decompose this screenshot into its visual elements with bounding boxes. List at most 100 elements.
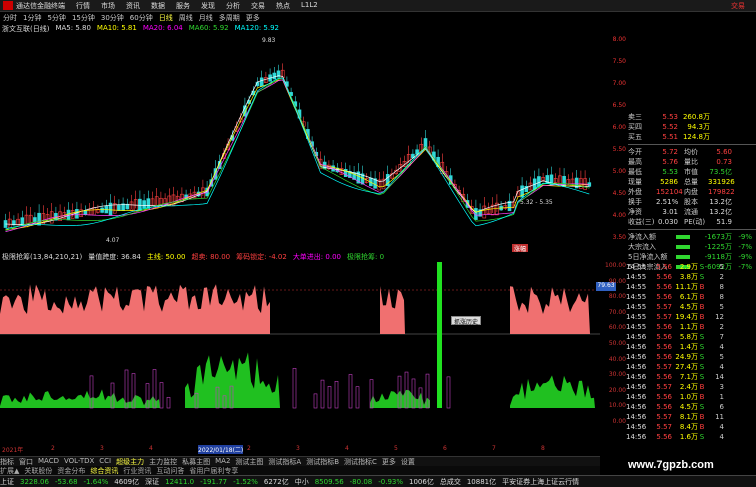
ma20-label: MA20: 6.04: [142, 24, 183, 32]
tick-time: 14:56: [626, 413, 647, 421]
menu-0[interactable]: 行情: [76, 1, 90, 11]
period-0[interactable]: 分时: [3, 13, 17, 23]
stock-name: 浙文互联(日线): [2, 25, 50, 33]
tab-5[interactable]: 超级主力: [116, 457, 144, 466]
link-0[interactable]: 扩展▲: [0, 466, 19, 475]
red-area: [510, 286, 590, 334]
indicator-svg: [0, 262, 600, 409]
ind-tick: 20.00: [608, 386, 626, 394]
tab-10[interactable]: 测试指标A: [268, 457, 301, 466]
tab-11[interactable]: 测试指标B: [306, 457, 339, 466]
menu-7[interactable]: 交易: [251, 1, 265, 11]
period-8[interactable]: 月线: [199, 13, 213, 23]
history-tip-button[interactable]: 抓涨历史: [451, 316, 482, 326]
period-7[interactable]: 周线: [179, 13, 193, 23]
price-tick: 4.00: [612, 212, 626, 219]
flow-pct: -9%: [738, 233, 752, 241]
link-6[interactable]: 省用户届利专享: [189, 466, 238, 475]
stat-label2: 流通: [684, 208, 698, 216]
low-label: 4.07: [106, 237, 120, 244]
tick-row: 14:56 5.57 8.1万 B 11: [626, 412, 756, 422]
indicator-chart[interactable]: [0, 262, 600, 444]
tick-price: 5.57: [656, 423, 672, 431]
tick-side: B: [699, 283, 705, 291]
tab-2[interactable]: MACD: [38, 457, 59, 466]
tab-6[interactable]: 主力监控: [149, 457, 177, 466]
magenta-bar: [166, 397, 171, 409]
tick-count: 4: [719, 363, 724, 371]
tick-row: 14:56 5.56 24.9万 S 5: [626, 352, 756, 362]
ind-tick: 70.00: [608, 308, 626, 316]
tick-time: 14:56: [626, 353, 647, 361]
status-bar: 上证 3228.06 -53.68 -1.64% 4609亿 深证 12411.0 -191.…: [0, 475, 756, 487]
stat-label2: 量比: [684, 158, 698, 166]
flow-label: 净流入额: [628, 233, 656, 241]
link-5[interactable]: 互动问答: [156, 466, 184, 475]
period-2[interactable]: 5分钟: [47, 13, 65, 23]
period-3[interactable]: 15分钟: [72, 13, 95, 23]
tab-7[interactable]: 私募主图: [182, 457, 210, 466]
menu-1[interactable]: 市场: [101, 1, 115, 11]
x-tick: 4: [149, 445, 153, 452]
status-item-6: 12411.0: [165, 477, 195, 486]
tick-price: 5.56: [656, 403, 672, 411]
link-4[interactable]: 行业资讯: [123, 466, 151, 475]
magenta-bar: [355, 386, 360, 409]
menu-4[interactable]: 服务: [176, 1, 190, 11]
tick-time: 14:55: [626, 273, 647, 281]
trade-button[interactable]: 交易: [731, 1, 745, 11]
menu-8[interactable]: 热点: [276, 1, 290, 11]
indicator-item-5: 极限抢筹: 0: [346, 253, 385, 261]
tab-4[interactable]: CCI: [99, 457, 111, 466]
tab-8[interactable]: MA2: [215, 457, 230, 466]
kline-chart[interactable]: 9.83 4.07 5.32 - 5.35: [0, 34, 600, 246]
ma-line: [5, 75, 590, 225]
tab-0[interactable]: 指标: [0, 457, 14, 466]
link-3[interactable]: 综合资讯: [90, 466, 118, 475]
tab-9[interactable]: 测试主图: [235, 457, 263, 466]
tick-volume: 1.1万: [679, 323, 698, 331]
menu-5[interactable]: 发现: [201, 1, 215, 11]
link-1[interactable]: 关联股份: [24, 466, 52, 475]
tick-price: 5.56: [656, 353, 672, 361]
tick-volume: 7.1万: [679, 373, 698, 381]
stat-row: 今开 5.72 均价 5.60: [628, 147, 756, 157]
tick-side: S: [699, 433, 705, 441]
tab-1[interactable]: 窗口: [19, 457, 33, 466]
period-1[interactable]: 1分钟: [23, 13, 41, 23]
stat-value2: 73.5亿: [709, 168, 732, 176]
stat-label: 收益(三): [628, 218, 655, 226]
tick-volume: 4.5万: [679, 403, 698, 411]
magenta-bar: [159, 382, 164, 409]
period-6[interactable]: 日线: [159, 13, 173, 23]
candle-body: [75, 209, 79, 219]
tick-time: 14:55: [626, 263, 647, 271]
tab-3[interactable]: VOL-TDX: [64, 457, 94, 466]
range-label: 5.32 - 5.35: [520, 199, 553, 206]
x-tick: 3: [100, 445, 104, 452]
divider: [628, 227, 756, 230]
tick-row: 14:55 5.56 2.9万 S 5: [626, 262, 756, 272]
tab-12[interactable]: 测试指标C: [344, 457, 377, 466]
tab-13[interactable]: 更多: [382, 457, 396, 466]
tick-volume: 2.9万: [679, 263, 698, 271]
tick-count: 11: [715, 413, 724, 421]
stat-label2: 总量: [684, 178, 698, 186]
order-label: 卖三: [628, 113, 642, 121]
candle-body: [272, 72, 277, 80]
status-item-11: 8509.56: [314, 477, 344, 486]
period-4[interactable]: 30分钟: [101, 13, 124, 23]
tab-14[interactable]: 设置: [401, 457, 415, 466]
menu-3[interactable]: 数据: [151, 1, 165, 11]
ind-tick: 60.00: [608, 324, 626, 332]
menu-2[interactable]: 资讯: [126, 1, 140, 11]
menu-9[interactable]: L1L2: [301, 1, 318, 11]
period-9[interactable]: 多周期: [219, 13, 240, 23]
x-axis: 2021年 2 3 4 2022/01/18(二) 2 3 4 5 6 7 8: [0, 445, 600, 455]
order-row: 卖三 5.53 260.8万: [628, 112, 756, 122]
link-2[interactable]: 资金分布: [57, 466, 85, 475]
period-5[interactable]: 60分钟: [130, 13, 153, 23]
menu-6[interactable]: 分析: [226, 1, 240, 11]
magenta-bar: [320, 379, 325, 409]
period-10[interactable]: 更多: [246, 13, 260, 23]
